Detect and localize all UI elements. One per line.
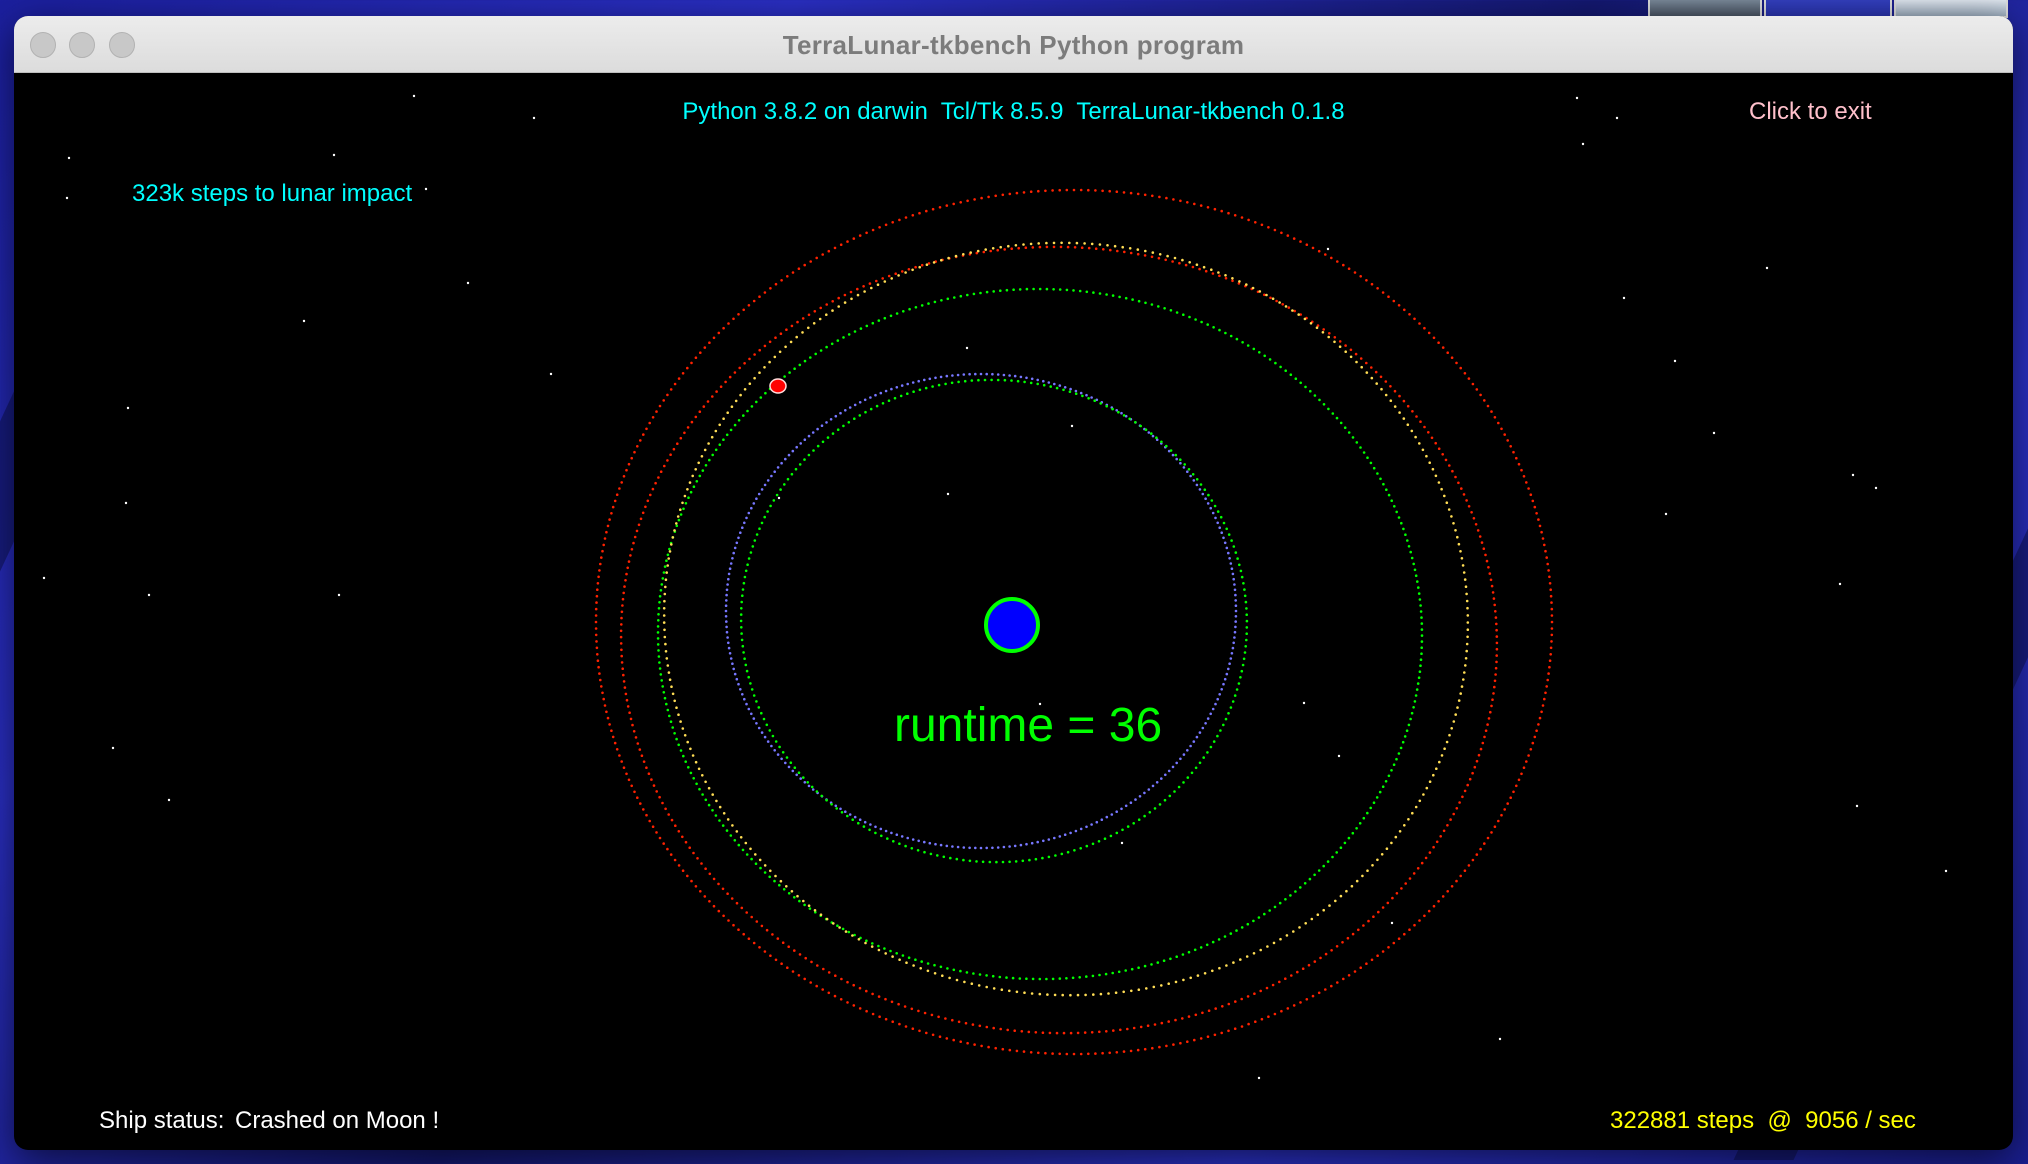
runtime-label: runtime = 36 [894, 699, 1163, 752]
star [1581, 142, 1585, 146]
star [147, 593, 151, 597]
star [1622, 296, 1626, 300]
star [946, 492, 950, 496]
star [1944, 869, 1948, 873]
star [965, 346, 969, 350]
star [126, 406, 130, 410]
star [1390, 921, 1394, 925]
orbit-trail [656, 287, 1424, 981]
earth-icon [984, 597, 1040, 653]
window-title: TerraLunar-tkbench Python program [782, 30, 1245, 60]
star [1838, 582, 1842, 586]
star [412, 94, 416, 98]
star [1498, 1037, 1502, 1041]
star [332, 153, 336, 157]
star [302, 319, 306, 323]
star [1765, 266, 1769, 270]
orbit-trail [619, 245, 1499, 1035]
star [67, 156, 71, 160]
star [1337, 754, 1341, 758]
impact-steps-info: 323k steps to lunar impact [132, 180, 413, 207]
star [1302, 701, 1306, 705]
star [1712, 431, 1716, 435]
star [1851, 473, 1855, 477]
star [65, 196, 69, 200]
ship-status-value: Crashed on Moon ! [235, 1107, 440, 1134]
app-window: TerraLunar-tkbench Python program Python… [14, 16, 2013, 1150]
starfield [42, 94, 1948, 1080]
star [111, 746, 115, 750]
star [1326, 247, 1330, 251]
star [549, 372, 553, 376]
orbit-trail [724, 372, 1238, 850]
ship-status-label: Ship status: [99, 1107, 225, 1134]
star [1874, 486, 1878, 490]
star [337, 593, 341, 597]
orbit-plot [42, 94, 1948, 1080]
star [1855, 804, 1859, 808]
star [167, 798, 171, 802]
star [1120, 841, 1124, 845]
star [1070, 424, 1074, 428]
star [42, 576, 46, 580]
star [424, 187, 428, 191]
orbit-trails [594, 188, 1554, 1056]
title-bar[interactable]: TerraLunar-tkbench Python program [14, 16, 2013, 73]
star [777, 496, 781, 500]
simulation-canvas[interactable]: Python 3.8.2 on darwin Tcl/Tk 8.5.9 Terr… [14, 73, 2013, 1150]
moon-icon [769, 378, 787, 394]
exit-link[interactable]: Click to exit [1749, 98, 1872, 126]
version-info: Python 3.8.2 on darwin Tcl/Tk 8.5.9 Terr… [682, 98, 1345, 125]
star [1673, 359, 1677, 363]
steps-rate-readout: 322881 steps @ 9056 / sec [1610, 1107, 1916, 1134]
orbit-trail [594, 188, 1554, 1056]
star [124, 501, 128, 505]
star [1257, 1076, 1261, 1080]
star [1664, 512, 1668, 516]
star [466, 281, 470, 285]
orbit-trail [662, 241, 1470, 997]
